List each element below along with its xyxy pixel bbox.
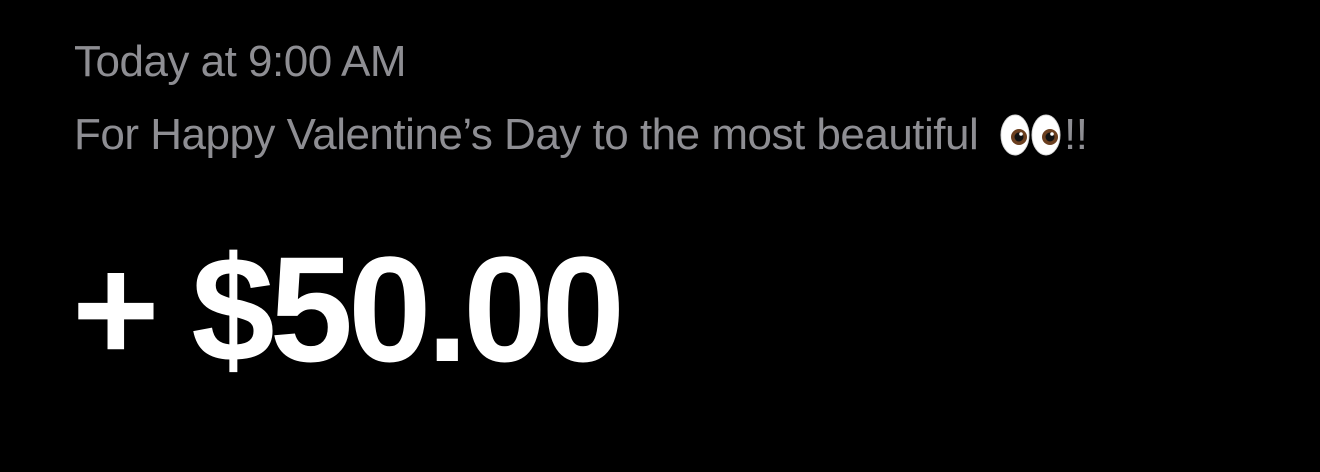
- eyes-emoji-icon: [1000, 113, 1062, 157]
- transaction-note-suffix: !!: [1063, 110, 1088, 159]
- transaction-amount: + $50.00: [72, 225, 625, 393]
- transaction-timestamp: Today at 9:00 AM: [74, 37, 407, 86]
- transaction-note: For Happy Valentine’s Day to the most be…: [74, 108, 1088, 162]
- transaction-detail: Today at 9:00 AM For Happy Valentine’s D…: [0, 0, 1320, 472]
- transaction-note-text: For Happy Valentine’s Day to the most be…: [74, 110, 990, 159]
